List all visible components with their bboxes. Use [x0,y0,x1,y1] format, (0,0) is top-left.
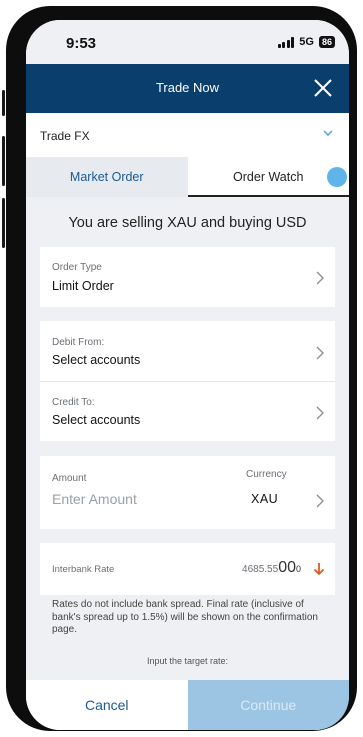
continue-button[interactable]: Continue [187,680,349,730]
tab-market-order-label: Market Order [69,170,144,184]
order-type-row[interactable]: Order Type Limit Order [40,247,335,307]
status-indicators: 5G 86 [277,36,335,48]
tab-order-watch-label: Order Watch [233,170,304,184]
rate-disclaimer: Rates do not include bank spread. Final … [52,599,318,635]
amount-label: Amount [52,473,87,484]
order-tabs: Market Order Order Watch [26,157,349,197]
currency-label: Currency [246,469,287,480]
tab-order-watch[interactable]: Order Watch [187,157,349,197]
target-rate-prompt: Input the target rate: [146,656,229,666]
phone-frame: 9:53 5G 86 Trade Now Trade FX Market Ord… [2,6,357,731]
amount-input[interactable]: Enter Amount [52,491,137,507]
interbank-rate-value: 4685.55 00 0 [242,559,301,577]
chevron-down-icon [323,130,333,136]
signal-icon [277,36,295,48]
credit-to-value: Select accounts [52,413,141,427]
arrow-down-icon [313,563,325,576]
battery-icon: 86 [318,36,335,48]
chevron-right-icon [316,346,324,360]
rate-pips: 00 [278,559,296,576]
amount-row: Amount Enter Amount Currency XAU [40,456,335,529]
status-bar: 9:53 5G 86 [26,20,349,64]
tab-market-order[interactable]: Market Order [26,157,188,197]
screen: 9:53 5G 86 Trade Now Trade FX Market Ord… [26,20,349,730]
footer-actions: Cancel Continue [26,680,349,730]
credit-to-label: Credit To: [52,397,95,408]
tab-selected-indicator [187,195,349,197]
volume-up-button [2,136,5,186]
chevron-right-icon [316,406,324,420]
debit-from-label: Debit From: [52,337,105,348]
app-bar: Trade Now [26,64,349,113]
close-icon[interactable] [309,74,337,102]
interbank-rate-label: Interbank Rate [52,564,115,575]
status-time: 9:53 [66,35,97,52]
touch-indicator [327,167,347,187]
trade-type-dropdown[interactable]: Trade FX [26,113,349,158]
cancel-button[interactable]: Cancel [26,680,188,730]
order-type-label: Order Type [52,262,102,273]
trade-type-label: Trade FX [40,129,90,143]
credit-to-row[interactable]: Credit To: Select accounts [40,382,335,441]
rate-prefix: 4685.55 [242,564,279,575]
chevron-right-icon [316,271,324,285]
order-type-value: Limit Order [52,279,114,293]
mute-switch [2,90,5,116]
debit-from-value: Select accounts [52,353,141,367]
page-title: Trade Now [155,80,220,95]
network-label: 5G [299,36,314,48]
chevron-right-icon[interactable] [315,494,325,508]
volume-down-button [2,198,5,248]
rate-fraction: 0 [295,564,301,574]
interbank-rate-row: Interbank Rate 4685.55 00 0 [40,543,335,595]
trade-summary-headline: You are selling XAU and buying USD [68,215,307,231]
debit-from-row[interactable]: Debit From: Select accounts [40,321,335,381]
currency-select[interactable]: XAU [251,492,278,506]
